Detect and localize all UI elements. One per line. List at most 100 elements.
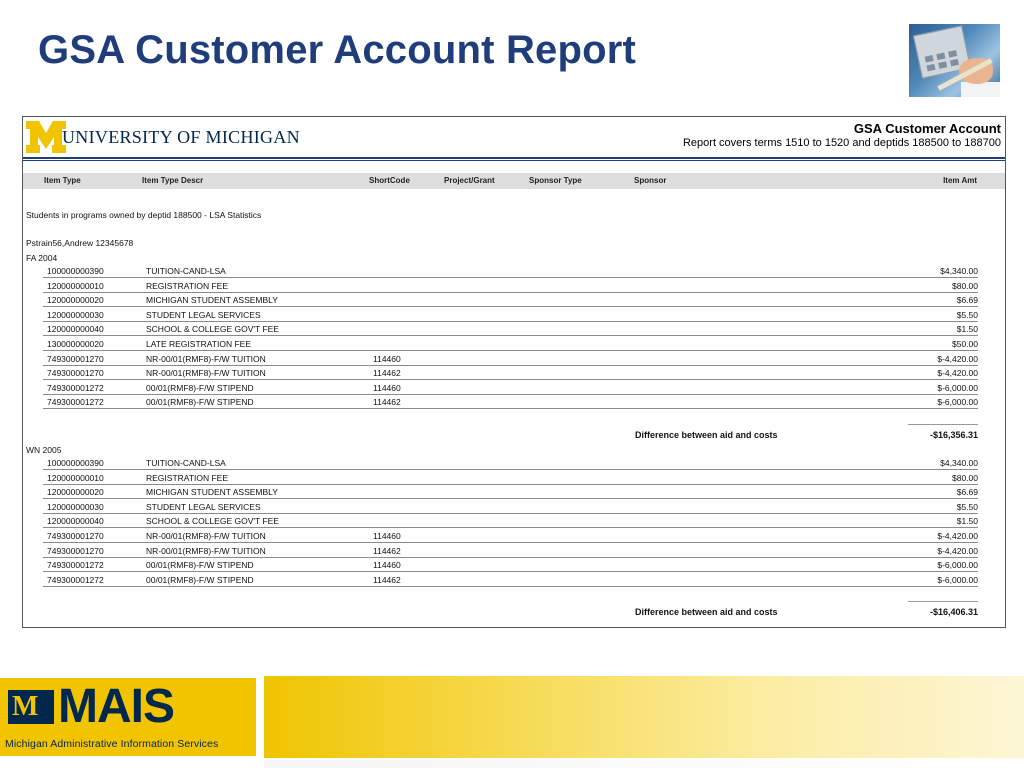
cell-item-descr: STUDENT LEGAL SERVICES	[146, 309, 261, 320]
table-row: 749300001270 NR-00/01(RMF8)-F/W TUITION 11…	[23, 546, 1005, 559]
table-row: 749300001272 00/01(RMF8)-F/W STIPEND 11446…	[23, 560, 1005, 573]
difference-label: Difference between aid and costs	[635, 607, 778, 618]
cell-item-amt: $1.50	[956, 324, 978, 335]
cell-item-descr: 00/01(RMF8)-F/W STIPEND	[146, 560, 254, 571]
cell-item-amt: $-6,000.00	[937, 574, 978, 585]
cell-item-descr: 00/01(RMF8)-F/W STIPEND	[146, 397, 254, 408]
cell-item-descr: NR-00/01(RMF8)-F/W TUITION	[146, 531, 266, 541]
calculator-photo-icon	[909, 24, 1000, 97]
footer-band	[264, 676, 1024, 758]
cell-item-type: 749300001270	[47, 545, 104, 556]
cell-item-amt: $-4,420.00	[937, 531, 978, 541]
report-header: UNIVERSITY OF MICHIGAN GSA Customer Acco…	[23, 117, 1005, 161]
cell-item-descr: 00/01(RMF8)-F/W STIPEND	[146, 574, 254, 585]
cell-item-amt: $-4,420.00	[937, 353, 978, 364]
table-row: 100000000390 TUITION-CAND-LSA $4,340.00	[23, 458, 1005, 471]
cell-item-type: 120000000030	[47, 309, 104, 320]
cell-item-amt: $50.00	[952, 339, 978, 349]
table-row: 749300001272 00/01(RMF8)-F/W STIPEND 11446…	[23, 383, 1005, 396]
cell-item-descr: REGISTRATION FEE	[146, 472, 229, 483]
cell-item-descr: NR-00/01(RMF8)-F/W TUITION	[146, 368, 266, 379]
university-name: UNIVERSITY OF MICHIGAN	[62, 127, 300, 147]
table-row: 120000000030 STUDENT LEGAL SERVICES $5.50	[23, 502, 1005, 515]
cell-item-amt: $-4,420.00	[937, 368, 978, 379]
col-item-amt: Item Amt	[943, 176, 977, 185]
report-title: GSA Customer Account	[853, 121, 1001, 136]
cell-item-type: 120000000040	[47, 324, 104, 335]
table-row: 749300001270 NR-00/01(RMF8)-F/W TUITION 11…	[23, 354, 1005, 367]
cell-shortcode: 114460	[373, 531, 401, 541]
cell-item-amt: $80.00	[952, 280, 978, 291]
difference-amount: -$16,406.31	[929, 607, 978, 618]
cell-item-descr: NR-00/01(RMF8)-F/W TUITION	[146, 545, 266, 556]
cell-item-type: 749300001272	[47, 382, 104, 393]
cell-item-descr: 00/01(RMF8)-F/W STIPEND	[146, 382, 254, 393]
table-row: 120000000040 SCHOOL & COLLEGE GOV'T FEE $1…	[23, 324, 1005, 337]
cell-item-descr: REGISTRATION FEE	[146, 280, 229, 291]
col-shortcode: ShortCode	[369, 176, 410, 185]
cell-shortcode: 114462	[373, 368, 401, 379]
cell-item-type: 130000000020	[47, 339, 104, 349]
cell-item-amt: $5.50	[956, 309, 978, 320]
table-row: 749300001270 NR-00/01(RMF8)-F/W TUITION 11…	[23, 531, 1005, 544]
term-label: FA 2004	[26, 253, 58, 263]
cell-item-type: 120000000010	[47, 472, 104, 483]
cell-item-type: 749300001270	[47, 368, 104, 379]
cell-item-type: 749300001270	[47, 531, 104, 541]
cell-shortcode: 114462	[373, 545, 401, 556]
col-item-type-descr: Item Type Descr	[142, 176, 204, 185]
table-row: 120000000030 STUDENT LEGAL SERVICES $5.50	[23, 310, 1005, 323]
table-row: 130000000020 LATE REGISTRATION FEE $50.00	[23, 339, 1005, 352]
cell-item-amt: $-6,000.00	[937, 397, 978, 408]
cell-item-type: 100000000390	[47, 458, 104, 468]
column-header-bar: Item Type Item Type Descr ShortCode Proj…	[23, 173, 1005, 189]
col-project-grant: Project/Grant	[444, 176, 495, 185]
cell-item-type: 120000000030	[47, 501, 104, 512]
student-name: Pstrain56,Andrew 12345678	[26, 238, 134, 248]
cell-item-amt: $4,340.00	[940, 266, 978, 276]
cell-item-amt: $-6,000.00	[937, 382, 978, 393]
col-sponsor-type: Sponsor Type	[529, 176, 582, 185]
col-sponsor: Sponsor	[634, 176, 667, 185]
table-row: 120000000040 SCHOOL & COLLEGE GOV'T FEE $1…	[23, 516, 1005, 529]
cell-item-type: 749300001270	[47, 353, 104, 364]
section-heading: Students in programs owned by deptid 188…	[26, 210, 262, 220]
cell-item-amt: $80.00	[952, 472, 978, 483]
term-label: WN 2005	[26, 445, 62, 455]
cell-item-descr: MICHIGAN STUDENT ASSEMBLY	[146, 487, 278, 498]
table-row: 120000000020 MICHIGAN STUDENT ASSEMBLY $6.…	[23, 295, 1005, 308]
cell-shortcode: 114462	[373, 397, 401, 408]
cell-item-type: 120000000040	[47, 516, 104, 527]
cell-item-type: 120000000020	[47, 487, 104, 498]
cell-item-descr: SCHOOL & COLLEGE GOV'T FEE	[146, 324, 279, 335]
block-m-icon	[26, 121, 66, 153]
cell-item-descr: MICHIGAN STUDENT ASSEMBLY	[146, 295, 278, 306]
table-row: 749300001270 NR-00/01(RMF8)-F/W TUITION 11…	[23, 368, 1005, 381]
cell-item-amt: $4,340.00	[940, 458, 978, 468]
table-row: 120000000020 MICHIGAN STUDENT ASSEMBLY $6.…	[23, 487, 1005, 500]
cell-item-amt: $-4,420.00	[937, 545, 978, 556]
cell-item-amt: $5.50	[956, 501, 978, 512]
cell-item-descr: TUITION-CAND-LSA	[146, 458, 226, 468]
cell-item-descr: SCHOOL & COLLEGE GOV'T FEE	[146, 516, 279, 527]
report-panel: UNIVERSITY OF MICHIGAN GSA Customer Acco…	[22, 116, 1006, 628]
cell-item-type: 749300001272	[47, 574, 104, 585]
cell-item-type: 749300001272	[47, 397, 104, 408]
cell-item-descr: NR-00/01(RMF8)-F/W TUITION	[146, 353, 266, 364]
cell-item-amt: $6.69	[956, 487, 978, 498]
cell-item-descr: TUITION-CAND-LSA	[146, 266, 226, 276]
cell-item-type: 100000000390	[47, 266, 104, 276]
col-item-type: Item Type	[44, 176, 81, 185]
cell-item-descr: STUDENT LEGAL SERVICES	[146, 501, 261, 512]
cell-item-type: 120000000010	[47, 280, 104, 291]
block-m-icon: M	[8, 690, 54, 724]
report-subtitle: Report covers terms 1510 to 1520 and dep…	[682, 137, 1001, 149]
cell-item-amt: $1.50	[956, 516, 978, 527]
difference-amount: -$16,356.31	[929, 430, 978, 440]
table-row: 120000000010 REGISTRATION FEE $80.00	[23, 281, 1005, 294]
cell-shortcode: 114460	[373, 560, 401, 571]
cell-item-descr: LATE REGISTRATION FEE	[146, 339, 252, 349]
cell-item-amt: $-6,000.00	[937, 560, 978, 571]
mais-wordmark: MAIS	[58, 680, 175, 733]
cell-item-type: 120000000020	[47, 295, 104, 306]
